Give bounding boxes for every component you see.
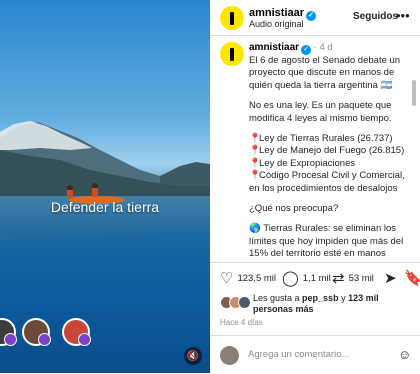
like-count: 123,5 mil <box>237 272 277 284</box>
mute-icon[interactable]: 🔇 <box>184 347 202 365</box>
send-icon: ➤ <box>384 270 397 287</box>
comment-button[interactable]: ◯ 1,1 mil <box>282 269 331 287</box>
caption-age-text: 4 d <box>319 42 333 53</box>
post-caption: amnistiaar ✓ · 4 d El 6 de agosto el Sena… <box>210 36 420 263</box>
comment-box: Agrega un comentario... ☺ <box>210 335 420 374</box>
emoji-icon[interactable]: ☺ <box>398 347 411 362</box>
pin-icon: 📍 <box>249 145 261 157</box>
pin-icon: 📍 <box>249 133 261 145</box>
post-actions: ♡ 123,5 mil ◯ 1,1 mil ⇄ 53 mil ➤ 🔖 <box>210 264 420 290</box>
caption-paragraph-2: No es una ley. Es un paquete que modific… <box>249 100 392 124</box>
bookmark-icon: 🔖 <box>404 270 420 287</box>
globe-icon: 🌎 <box>249 223 261 235</box>
comment-icon: ◯ <box>282 270 299 287</box>
caption-age: · 4 d <box>313 42 333 53</box>
caption-paragraph-1: El 6 de agosto el Senado debate un proye… <box>249 55 401 91</box>
comment-input[interactable]: Agrega un comentario... <box>248 349 349 360</box>
liker-avatar[interactable] <box>238 296 251 309</box>
comment-count: 1,1 mil <box>302 272 331 284</box>
story-badge-icon <box>38 333 51 346</box>
like-button[interactable]: ♡ 123,5 mil <box>220 269 276 287</box>
story-avatar[interactable] <box>22 318 51 346</box>
story-avatar[interactable] <box>0 318 17 346</box>
liked-by-prefix: Les gusta a <box>253 293 303 303</box>
caption-question: ¿Qué nos preocupa? <box>249 203 339 215</box>
pin-icon: 📍 <box>249 170 261 182</box>
post-date: Hace 4 días <box>220 318 263 327</box>
share-button[interactable]: ➤ <box>384 269 401 287</box>
username-text[interactable]: amnistiaar <box>249 7 304 19</box>
caption-paragraph-4: Tierras Rurales: se eliminan los límites… <box>249 223 404 260</box>
heart-icon: ♡ <box>220 270 234 287</box>
caption-username[interactable]: amnistiaar <box>249 42 299 53</box>
caption-scrollbar[interactable] <box>412 80 416 106</box>
repost-icon: ⇄ <box>332 270 345 287</box>
following-button[interactable]: Seguidos <box>353 11 398 22</box>
more-options-icon[interactable]: ••• <box>396 8 410 23</box>
video-player[interactable]: Defender la tierra 🔇 <box>0 0 210 373</box>
repost-button[interactable]: ⇄ 53 mil <box>332 269 374 287</box>
caption-list-item: Ley de Tierras Rurales (26.737) <box>259 133 393 145</box>
story-badge-icon <box>78 333 91 346</box>
caption-list-item: Ley de Expropiaciones <box>259 157 356 169</box>
repost-count: 53 mil <box>348 272 374 284</box>
verified-icon: ✓ <box>301 45 312 55</box>
caption-list-item: Código Procesal Civil y Comercial, en lo… <box>249 170 405 194</box>
verified-icon: ✓ <box>306 11 317 21</box>
caption-list-item: Ley de Manejo del Fuego (26.815) <box>259 145 405 157</box>
pin-icon: 📍 <box>249 157 261 169</box>
caption-body: amnistiaar ✓ · 4 d El 6 de agosto el Sena… <box>249 42 414 262</box>
amnesty-logo-avatar[interactable] <box>220 6 244 30</box>
current-user-avatar <box>220 346 239 365</box>
caption-avatar[interactable] <box>220 42 244 66</box>
viewer-avatars <box>0 318 210 352</box>
post-side-panel: amnistiaar ✓ Audio original Seguidos ••• … <box>210 0 420 373</box>
story-badge-icon <box>4 333 17 346</box>
save-button[interactable]: 🔖 <box>404 269 420 287</box>
liked-by-middle: y <box>338 293 349 303</box>
story-avatar[interactable] <box>62 318 91 346</box>
liked-by-text: Les gusta a pep_ssb y 123 mil personas m… <box>253 293 418 315</box>
post-header: amnistiaar ✓ Audio original Seguidos ••• <box>210 0 420 36</box>
liked-by-user[interactable]: pep_ssb <box>302 293 339 303</box>
audio-label[interactable]: Audio original <box>249 19 304 29</box>
video-overlay-text: Defender la tierra <box>50 199 160 215</box>
liked-by: Les gusta a pep_ssb y 123 mil personas m… <box>220 293 415 315</box>
